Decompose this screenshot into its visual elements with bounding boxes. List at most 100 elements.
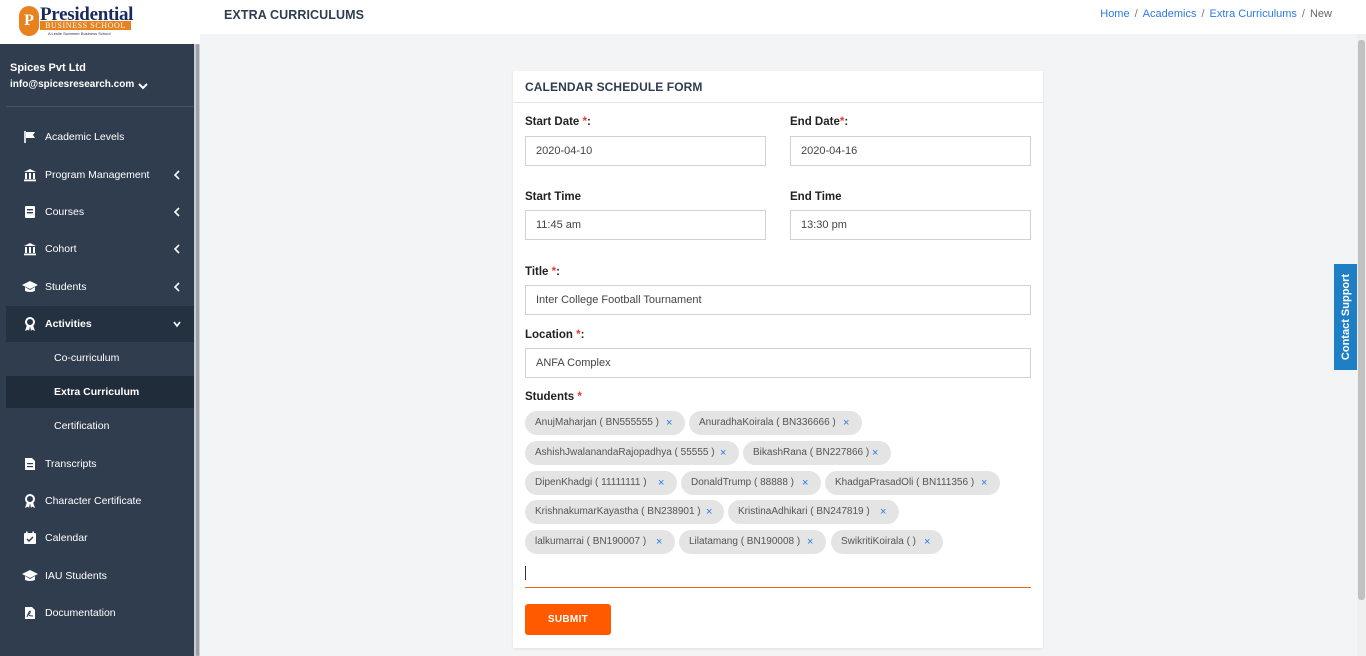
- sidebar-scrollbar-thumb[interactable]: [196, 44, 199, 656]
- page-title: EXTRA CURRICULUMS: [224, 8, 365, 22]
- end-date-input[interactable]: [790, 136, 1031, 166]
- end-time-label: End Time: [790, 191, 842, 203]
- sidebar-subitem-label: Extra Curriculum: [54, 386, 140, 398]
- form-title: CALENDAR SCHEDULE FORM: [525, 80, 703, 94]
- remove-chip-icon[interactable]: ×: [720, 441, 726, 465]
- title-input[interactable]: [525, 285, 1031, 315]
- chevron-left-icon: [173, 244, 180, 254]
- remove-chip-icon[interactable]: ×: [802, 471, 808, 495]
- sidebar-divider: [6, 106, 193, 107]
- form-divider: [513, 102, 1043, 103]
- students-label: Students *: [525, 391, 582, 403]
- remove-chip-icon[interactable]: ×: [880, 500, 886, 524]
- student-chip[interactable]: SwikritiKoirala ( ) ×: [831, 530, 943, 554]
- remove-chip-icon[interactable]: ×: [658, 471, 664, 495]
- student-chip[interactable]: Lilatamang ( BN190008 ) ×: [679, 530, 826, 554]
- sidebar-item-label: Cohort: [45, 243, 77, 255]
- student-chip[interactable]: DipenKhadgi ( 11111111 ) ×: [525, 471, 677, 495]
- award-icon: [22, 316, 38, 332]
- user-info: Spices Pvt Ltd info@spicesresearch.com: [10, 62, 134, 90]
- remove-chip-icon[interactable]: ×: [843, 411, 849, 435]
- sidebar-item-label: Program Management: [45, 169, 150, 181]
- start-date-input[interactable]: [525, 136, 766, 166]
- bank-icon: [22, 241, 38, 257]
- start-time-label: Start Time: [525, 191, 582, 203]
- sidebar-item-calendar[interactable]: Calendar: [6, 520, 194, 556]
- sidebar-item-label: IAU Students: [45, 570, 107, 582]
- sidebar-subitem-label: Certification: [54, 420, 110, 432]
- sidebar-item-iau-students[interactable]: IAU Students: [6, 558, 194, 594]
- remove-chip-icon[interactable]: ×: [706, 500, 712, 524]
- submit-button[interactable]: SUBMIT: [525, 604, 611, 635]
- remove-chip-icon[interactable]: ×: [981, 471, 987, 495]
- student-chip[interactable]: DonaldTrump ( 88888 ) ×: [681, 471, 821, 495]
- location-label: Location *:: [525, 329, 585, 341]
- logo[interactable]: P Presidential BUSINESS SCHOOL A Leslie …: [0, 0, 200, 44]
- sidebar-item-students[interactable]: Students: [6, 269, 194, 305]
- student-chip[interactable]: BikashRana ( BN227866 ) ×: [743, 441, 891, 465]
- students-search-caret[interactable]: [525, 566, 526, 580]
- sidebar-item-label: Documentation: [45, 607, 116, 619]
- sidebar-item-transcripts[interactable]: Transcripts: [6, 446, 194, 482]
- file-icon: [22, 456, 38, 472]
- start-time-input[interactable]: [525, 210, 766, 240]
- student-chip[interactable]: KhadgaPrasadOli ( BN111356 ) ×: [825, 471, 1000, 495]
- breadcrumb-academics[interactable]: Academics: [1143, 8, 1197, 20]
- required-marker: *: [577, 391, 582, 403]
- user-name: Spices Pvt Ltd: [10, 62, 86, 74]
- breadcrumb-extra-curriculums[interactable]: Extra Curriculums: [1210, 8, 1297, 20]
- sidebar-item-academic-levels[interactable]: Academic Levels: [6, 119, 194, 155]
- title-label: Title *:: [525, 266, 560, 278]
- logo-mark: P: [19, 6, 39, 36]
- student-chip[interactable]: AnujMaharjan ( BN555555 ) ×: [525, 411, 685, 435]
- sidebar-item-label: Activities: [45, 318, 92, 330]
- remove-chip-icon[interactable]: ×: [807, 530, 813, 554]
- remove-chip-icon[interactable]: ×: [666, 411, 672, 435]
- pdf-file-icon: [22, 605, 38, 621]
- logo-tagline: A Leslie Swimmer Business School: [48, 31, 111, 36]
- remove-chip-icon[interactable]: ×: [656, 530, 662, 554]
- top-bar: EXTRA CURRICULUMS Home / Academics / Extra C…: [200, 0, 1366, 34]
- end-time-input[interactable]: [790, 210, 1031, 240]
- flag-icon: [22, 129, 38, 145]
- sidebar-item-program-management[interactable]: Program Management: [6, 157, 194, 193]
- logo-subtitle: BUSINESS SCHOOL: [40, 21, 131, 30]
- calendar-check-icon: [22, 530, 38, 546]
- chevron-left-icon: [173, 282, 180, 292]
- student-chip[interactable]: lalkumarrai ( BN190007 ) ×: [525, 530, 675, 554]
- sidebar-item-courses[interactable]: Courses: [6, 194, 194, 230]
- student-chip[interactable]: AshishJwalanandaRajopadhya ( 55555 ) ×: [525, 441, 739, 465]
- contact-support-label: Contact Support: [1339, 273, 1352, 361]
- location-input[interactable]: [525, 348, 1031, 378]
- breadcrumb-separator: /: [1201, 8, 1205, 20]
- chevron-down-icon: [173, 321, 181, 328]
- sidebar-item-documentation[interactable]: Documentation: [6, 595, 194, 631]
- sidebar-item-character-certificate[interactable]: Character Certificate: [6, 483, 194, 519]
- breadcrumb-home[interactable]: Home: [1100, 8, 1129, 20]
- remove-chip-icon[interactable]: ×: [872, 441, 878, 465]
- sidebar-item-label: Transcripts: [45, 458, 97, 470]
- user-email: info@spicesresearch.com: [10, 79, 135, 90]
- chevron-down-icon[interactable]: [138, 81, 148, 91]
- breadcrumb-separator: /: [1134, 8, 1138, 20]
- end-date-label: End Date*:: [790, 116, 849, 128]
- contact-support-tab[interactable]: Contact Support: [1334, 264, 1357, 370]
- graduation-cap-icon: [22, 279, 38, 295]
- sidebar-subitem-co-curriculum[interactable]: Co-curriculum: [6, 342, 194, 374]
- sidebar-item-label: Character Certificate: [45, 495, 142, 507]
- breadcrumb-separator: /: [1301, 8, 1305, 20]
- sidebar-subitem-certification[interactable]: Certification: [6, 410, 194, 442]
- chevron-left-icon: [173, 170, 180, 180]
- sidebar-subitem-extra-curriculum[interactable]: Extra Curriculum: [6, 376, 194, 408]
- student-chip[interactable]: KristinaAdhikari ( BN247819 ) ×: [728, 500, 899, 524]
- remove-chip-icon[interactable]: ×: [924, 530, 930, 554]
- student-chip[interactable]: KrishnakumarKayastha ( BN238901 ) ×: [525, 500, 724, 524]
- sidebar-item-cohort[interactable]: Cohort: [6, 231, 194, 267]
- sidebar-subitem-label: Co-curriculum: [54, 352, 120, 364]
- student-chip[interactable]: AnuradhaKoirala ( BN336666 ) ×: [689, 411, 862, 435]
- sidebar-item-activities[interactable]: Activities: [6, 306, 194, 342]
- calendar-schedule-form: CALENDAR SCHEDULE FORM Start Date *: End…: [513, 71, 1043, 648]
- breadcrumb-current: New: [1309, 8, 1332, 20]
- breadcrumb: Home / Academics / Extra Curriculums / New: [1100, 8, 1332, 20]
- page-scrollbar-thumb[interactable]: [1358, 40, 1365, 600]
